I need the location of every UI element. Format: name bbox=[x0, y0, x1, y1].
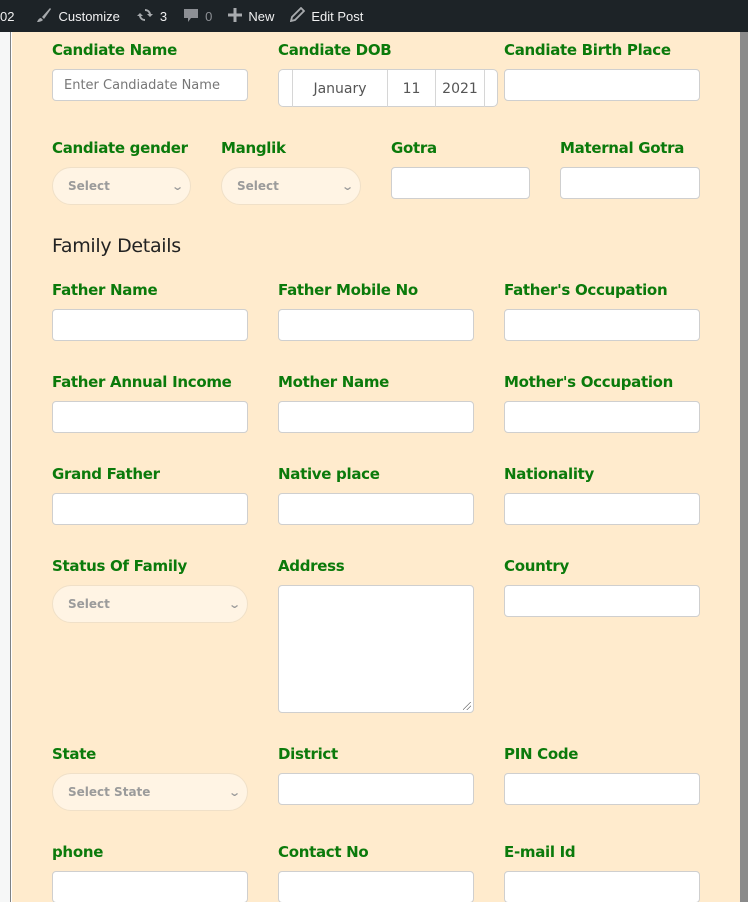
gotra-input[interactable] bbox=[391, 167, 530, 199]
new-content-link[interactable]: New bbox=[220, 0, 282, 32]
manglik-select[interactable]: Select ⌄ bbox=[221, 167, 361, 205]
family-status-select[interactable]: Select ⌄ bbox=[52, 585, 248, 623]
nationality-input[interactable] bbox=[504, 493, 700, 525]
family-status-select-value: Select bbox=[68, 597, 110, 611]
updates-link[interactable]: 3 bbox=[128, 0, 175, 32]
chevron-down-icon: ⌄ bbox=[170, 179, 184, 193]
pencil-icon bbox=[290, 6, 306, 25]
nationality-label: Nationality bbox=[504, 465, 595, 483]
dob-date-picker: January 11 2021 bbox=[278, 69, 498, 107]
dob-month-field[interactable]: January bbox=[292, 70, 388, 107]
father-occupation-input[interactable] bbox=[504, 309, 700, 341]
refresh-icon bbox=[136, 7, 154, 26]
candidate-dob-label: Candiate DOB bbox=[278, 41, 392, 59]
mother-name-input[interactable] bbox=[278, 401, 474, 433]
grand-father-input[interactable] bbox=[52, 493, 248, 525]
dob-day-field[interactable]: 11 bbox=[387, 70, 436, 107]
paintbrush-icon bbox=[36, 7, 52, 26]
family-status-label: Status Of Family bbox=[52, 557, 187, 575]
father-occupation-label: Father's Occupation bbox=[504, 281, 668, 299]
comments-link[interactable]: 0 bbox=[175, 0, 220, 32]
gender-select-value: Select bbox=[68, 179, 110, 193]
candidate-name-label: Candiate Name bbox=[52, 41, 177, 59]
maternal-gotra-label: Maternal Gotra bbox=[560, 139, 685, 157]
state-label: State bbox=[52, 745, 96, 763]
edit-post-link[interactable]: Edit Post bbox=[282, 0, 371, 32]
customize-label: Customize bbox=[58, 8, 120, 24]
contact-no-label: Contact No bbox=[278, 843, 369, 861]
district-label: District bbox=[278, 745, 338, 763]
scrollbar[interactable] bbox=[740, 32, 748, 902]
state-select-value: Select State bbox=[68, 785, 151, 799]
comments-count: 0 bbox=[205, 8, 213, 24]
address-label: Address bbox=[278, 557, 345, 575]
comment-bubble-icon bbox=[183, 7, 199, 26]
site-name-link[interactable]: 02 bbox=[0, 0, 22, 32]
gotra-label: Gotra bbox=[391, 139, 437, 157]
chevron-down-icon: ⌄ bbox=[340, 179, 354, 193]
edit-post-label: Edit Post bbox=[311, 8, 364, 24]
country-input[interactable] bbox=[504, 585, 700, 617]
email-input[interactable] bbox=[504, 871, 700, 902]
dob-year-field[interactable]: 2021 bbox=[435, 70, 485, 107]
chevron-down-icon: ⌄ bbox=[227, 597, 241, 611]
phone-label: phone bbox=[52, 843, 104, 861]
grand-father-label: Grand Father bbox=[52, 465, 160, 483]
father-mobile-label: Father Mobile No bbox=[278, 281, 418, 299]
mother-occupation-label: Mother's Occupation bbox=[504, 373, 674, 391]
chevron-down-icon: ⌄ bbox=[227, 785, 241, 799]
contact-no-input[interactable] bbox=[278, 871, 474, 902]
email-label: E-mail Id bbox=[504, 843, 576, 861]
admin-bar: 02 Customize 3 0 New Edit Post bbox=[0, 0, 748, 32]
native-place-label: Native place bbox=[278, 465, 380, 483]
address-textarea[interactable] bbox=[278, 585, 474, 713]
birth-place-label: Candiate Birth Place bbox=[504, 41, 671, 59]
family-details-heading: Family Details bbox=[52, 235, 181, 257]
manglik-label: Manglik bbox=[221, 139, 286, 157]
father-income-label: Father Annual Income bbox=[52, 373, 232, 391]
father-income-input[interactable] bbox=[52, 401, 248, 433]
site-name-fragment: 02 bbox=[0, 8, 15, 24]
mother-name-label: Mother Name bbox=[278, 373, 390, 391]
left-gutter bbox=[0, 32, 11, 902]
district-input[interactable] bbox=[278, 773, 474, 805]
gender-select[interactable]: Select ⌄ bbox=[52, 167, 191, 205]
new-label: New bbox=[248, 8, 275, 24]
father-name-label: Father Name bbox=[52, 281, 158, 299]
birth-place-input[interactable] bbox=[504, 69, 700, 101]
gender-label: Candiate gender bbox=[52, 139, 188, 157]
pin-code-label: PIN Code bbox=[504, 745, 579, 763]
father-mobile-input[interactable] bbox=[278, 309, 474, 341]
native-place-input[interactable] bbox=[278, 493, 474, 525]
candidate-name-input[interactable] bbox=[52, 69, 248, 101]
plus-icon bbox=[228, 7, 243, 25]
updates-count: 3 bbox=[159, 8, 168, 24]
resize-grip-icon[interactable] bbox=[463, 702, 471, 710]
maternal-gotra-input[interactable] bbox=[560, 167, 700, 199]
mother-occupation-input[interactable] bbox=[504, 401, 700, 433]
pin-code-input[interactable] bbox=[504, 773, 700, 805]
phone-input[interactable] bbox=[52, 871, 248, 902]
manglik-select-value: Select bbox=[237, 179, 279, 193]
customize-link[interactable]: Customize bbox=[22, 0, 127, 32]
father-name-input[interactable] bbox=[52, 309, 248, 341]
country-label: Country bbox=[504, 557, 569, 575]
state-select[interactable]: Select State ⌄ bbox=[52, 773, 248, 811]
